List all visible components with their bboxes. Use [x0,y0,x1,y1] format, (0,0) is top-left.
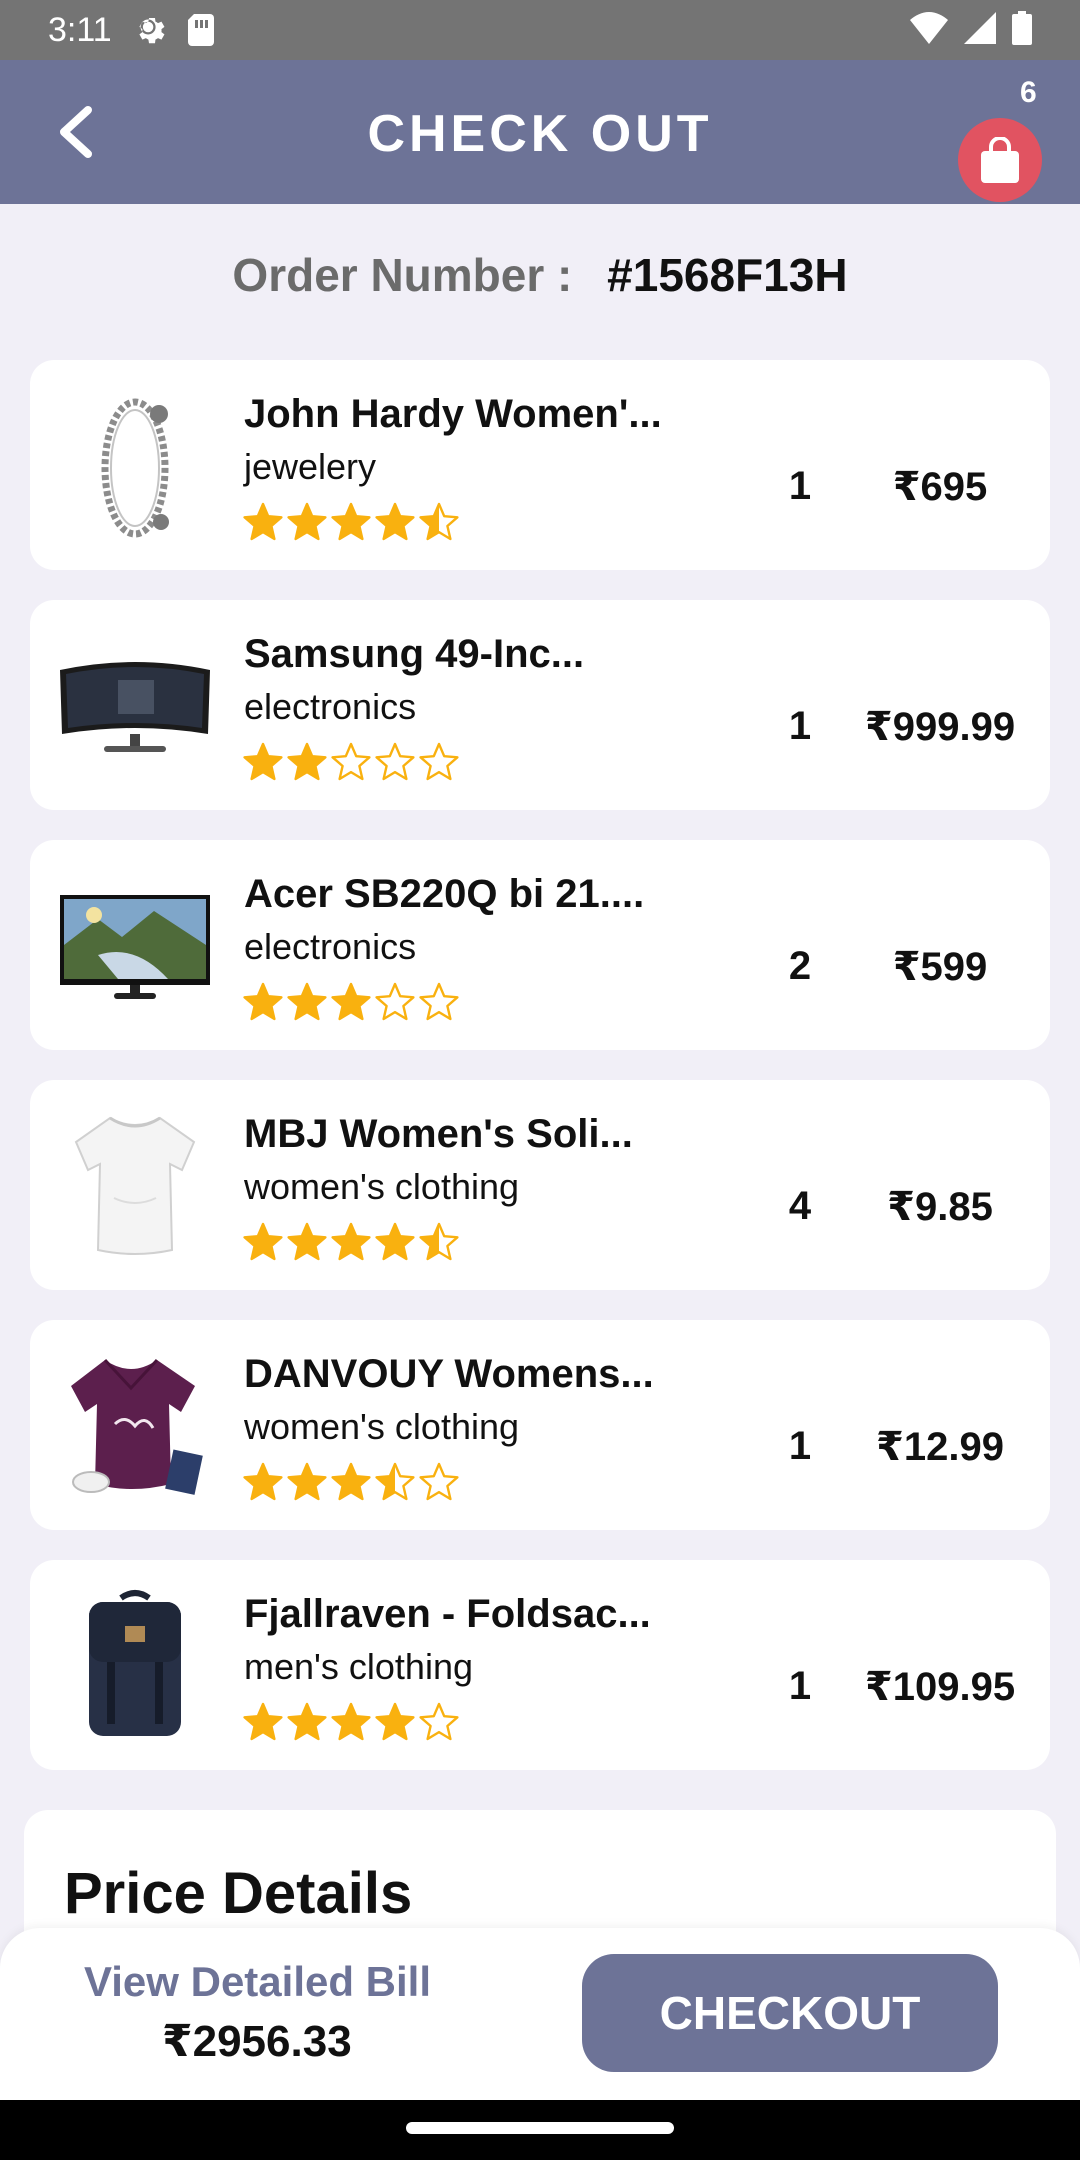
star-full-icon [287,982,327,1021]
product-rating [242,982,460,1022]
star-empty-icon [419,1462,459,1501]
product-card[interactable]: MBJ Women's Soli... women's clothing 4 ₹… [30,1080,1050,1290]
star-full-icon [331,1462,371,1501]
star-empty-icon [419,1702,459,1741]
curved-monitor-image [58,628,212,782]
product-quantity: 1 [788,1664,812,1708]
product-name: MBJ Women's Soli... [244,1112,633,1156]
cell-signal-icon [964,11,996,49]
bottom-checkout-bar: View Detailed Bill ₹2956.33 CHECKOUT [0,1928,1080,2100]
purple-tshirt-image [58,1348,212,1502]
product-quantity: 1 [788,1424,812,1468]
star-empty-icon [331,742,371,781]
product-name: DANVOUY Womens... [244,1352,654,1396]
star-full-icon [243,1462,283,1501]
product-category: women's clothing [244,1166,520,1207]
star-full-icon [243,502,283,541]
star-full-icon [375,1702,415,1741]
product-rating [242,502,460,542]
star-full-icon [375,502,415,541]
bracelet-image [58,388,212,542]
monitor-image [58,868,212,1022]
product-card[interactable]: Fjallraven - Foldsac... men's clothing 1… [30,1560,1050,1770]
product-price: ₹695 [892,465,988,509]
product-rating [242,1222,460,1262]
order-number-label: Order Number : [232,249,573,301]
star-full-icon [243,982,283,1021]
order-number-value: #1568F13H [607,249,848,301]
star-full-icon [331,1222,371,1261]
view-detailed-bill-link[interactable]: View Detailed Bill [84,1958,431,2006]
product-name: Samsung 49-Inc... [244,632,585,676]
star-full-icon [243,742,283,781]
product-category: electronics [244,686,417,727]
app-bar: CHECK OUT 6 [0,60,1080,204]
product-name: Acer SB220Q bi 21.... [244,872,645,916]
home-gesture-handle[interactable] [406,2122,674,2134]
system-nav-bar [0,2100,1080,2160]
product-card[interactable]: John Hardy Women'... jewelery 1 ₹695 [30,360,1050,570]
product-quantity: 4 [788,1184,812,1228]
star-full-icon [287,502,327,541]
product-quantity: 1 [788,704,812,748]
backpack-image [58,1588,212,1742]
checkout-screen: 3:11 CHECK OUT 6 Order Number: #1568F13… [0,0,1080,2160]
checkout-button[interactable]: CHECKOUT [582,1954,998,2072]
cart-count-badge: 6 [1020,76,1037,109]
sim-card-icon [187,14,214,46]
star-full-icon [331,982,371,1021]
star-full-icon [243,1702,283,1741]
star-half-icon [419,1222,459,1261]
product-rating [242,1462,460,1502]
star-empty-icon [419,742,459,781]
star-empty-icon [375,982,415,1021]
status-time: 3:11 [48,10,112,49]
star-full-icon [287,1702,327,1741]
cart-button[interactable] [958,118,1042,202]
wifi-icon [910,11,948,49]
product-category: women's clothing [244,1406,520,1447]
price-details-title: Price Details [64,1861,413,1926]
order-number-row: Order Number : #1568F13H [0,248,1080,302]
white-tshirt-image [58,1108,212,1262]
page-title: CHECK OUT [367,105,713,163]
star-full-icon [375,1222,415,1261]
product-card[interactable]: DANVOUY Womens... women's clothing 1 ₹12… [30,1320,1050,1530]
product-rating [242,1702,460,1742]
star-full-icon [287,1462,327,1501]
star-full-icon [331,1702,371,1741]
star-empty-icon [375,742,415,781]
product-rating [242,742,460,782]
product-category: jewelery [244,446,377,487]
product-card[interactable]: Samsung 49-Inc... electronics 1 ₹999.99 [30,600,1050,810]
star-full-icon [287,1222,327,1261]
product-quantity: 2 [788,944,812,988]
total-amount: ₹2956.33 [162,2017,352,2066]
settings-gear-icon [134,12,170,48]
product-price: ₹599 [892,945,988,989]
product-price: ₹9.85 [887,1185,993,1229]
star-half-icon [375,1462,415,1501]
product-price: ₹999.99 [864,705,1016,749]
star-full-icon [287,742,327,781]
product-quantity: 1 [788,464,812,508]
product-name: John Hardy Women'... [244,392,662,436]
product-category: men's clothing [244,1646,473,1687]
shopping-bag-icon [981,137,1019,183]
product-name: Fjallraven - Foldsac... [244,1592,651,1636]
product-price: ₹109.95 [864,1665,1016,1709]
product-price: ₹12.99 [876,1425,1004,1469]
battery-icon [1012,10,1032,50]
star-empty-icon [419,982,459,1021]
star-full-icon [331,502,371,541]
status-right-icons [910,10,1032,50]
status-bar: 3:11 [0,0,1080,60]
star-full-icon [243,1222,283,1261]
product-card[interactable]: Acer SB220Q bi 21.... electronics 2 ₹599 [30,840,1050,1050]
product-list: John Hardy Women'... jewelery 1 ₹695 Sam… [30,360,1050,1800]
star-half-icon [419,502,459,541]
product-category: electronics [244,926,417,967]
